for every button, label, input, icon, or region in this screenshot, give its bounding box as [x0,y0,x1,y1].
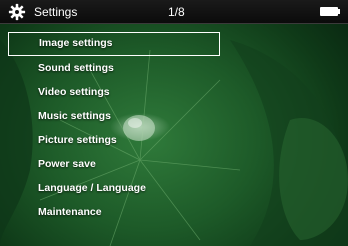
menu-item-music-settings[interactable]: Music settings [8,104,220,128]
menu-item-maintenance[interactable]: Maintenance [8,200,220,224]
page-title: Settings [34,5,78,19]
settings-menu: Image settings Sound settings Video sett… [8,32,220,224]
menu-item-video-settings[interactable]: Video settings [8,80,220,104]
title-bar: Settings 1/8 [0,0,348,24]
menu-item-picture-settings[interactable]: Picture settings [8,128,220,152]
menu-item-label: Language / Language [38,182,146,194]
menu-item-label: Video settings [38,86,110,98]
menu-item-label: Music settings [38,110,111,122]
menu-item-label: Maintenance [38,206,102,218]
menu-item-label: Image settings [39,37,113,49]
page-indicator: 1/8 [168,5,185,19]
gear-icon [8,3,26,21]
menu-item-label: Sound settings [38,62,114,74]
menu-item-sound-settings[interactable]: Sound settings [8,56,220,80]
settings-screen: Settings 1/8 Image settings Sound settin… [0,0,348,246]
battery-icon [320,7,340,16]
menu-item-power-save[interactable]: Power save [8,152,220,176]
menu-item-language[interactable]: Language / Language [8,176,220,200]
menu-item-label: Picture settings [38,134,117,146]
menu-item-image-settings[interactable]: Image settings [8,32,220,56]
menu-item-label: Power save [38,158,96,170]
